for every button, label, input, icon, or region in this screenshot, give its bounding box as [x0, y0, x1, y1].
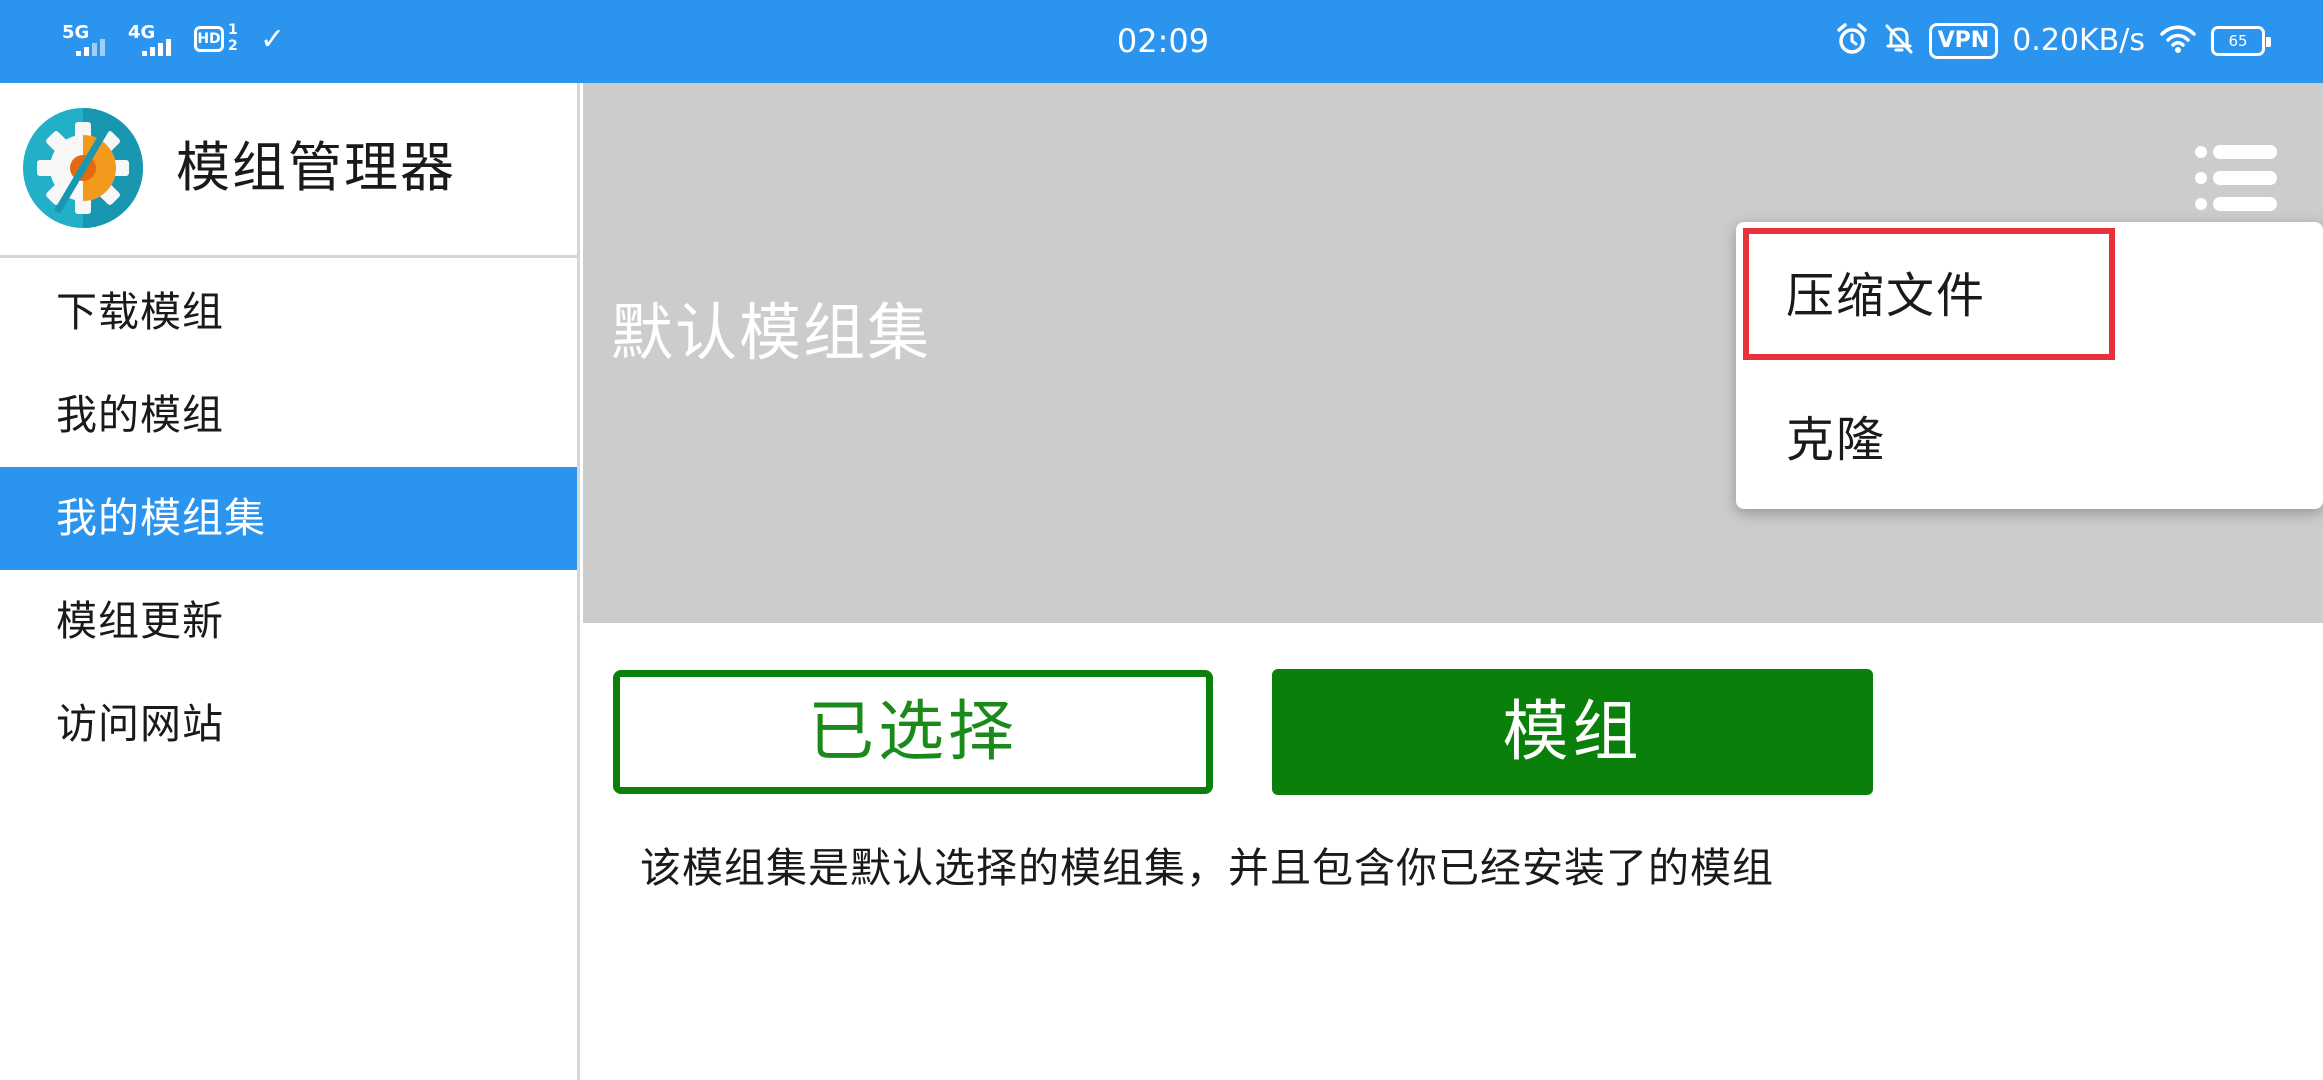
hd-sim-number-sub: 2	[228, 38, 238, 54]
nav-item-visit-website[interactable]: 访问网站	[0, 673, 577, 776]
status-bar: 5G 4G HD 12 ✓ 02:09 VPN 0.20KB/s 65	[0, 0, 2323, 83]
modpack-title: 默认模组集	[611, 296, 932, 369]
list-menu-icon[interactable]	[2195, 145, 2277, 211]
nav-item-download-mods[interactable]: 下载模组	[0, 261, 577, 364]
menu-item-compress-file[interactable]: 压缩文件	[1786, 266, 1986, 326]
app-title: 模组管理器	[176, 136, 456, 199]
nav-item-mod-updates[interactable]: 模组更新	[0, 570, 577, 673]
wifi-icon	[2159, 23, 2197, 59]
menu-item-clone[interactable]: 克隆	[1786, 410, 1886, 470]
battery-icon: 65	[2211, 26, 2271, 56]
alarm-icon	[1835, 22, 1869, 60]
nav-item-my-mods[interactable]: 我的模组	[0, 364, 577, 467]
hd-voice-icon: HD 12	[194, 20, 240, 60]
battery-level: 65	[2228, 32, 2248, 50]
navigation-drawer: 模组管理器 下载模组 我的模组 我的模组集 模组更新 访问网站	[0, 83, 580, 1080]
app-header: 模组管理器	[0, 83, 577, 258]
status-time: 02:09	[1116, 22, 1210, 60]
signal-4g-icon: 4G	[128, 20, 174, 60]
gear-logo-icon	[22, 107, 144, 229]
status-bar-left: 5G 4G HD 12 ✓	[62, 18, 285, 62]
hd-sim-number: 1	[228, 22, 238, 38]
modpack-description: 该模组集是默认选择的模组集，并且包含你已经安装了的模组	[640, 844, 1774, 892]
status-bar-right: VPN 0.20KB/s 65	[1835, 20, 2271, 62]
selected-button[interactable]: 已选择	[613, 670, 1213, 794]
overflow-menu: 压缩文件 克隆	[1736, 222, 2323, 509]
vpn-badge: VPN	[1928, 23, 1999, 59]
mute-bell-icon	[1883, 22, 1915, 60]
nav-item-my-modpacks[interactable]: 我的模组集	[0, 467, 577, 570]
network-speed: 0.20KB/s	[2012, 23, 2145, 58]
nav-list: 下载模组 我的模组 我的模组集 模组更新 访问网站	[0, 261, 577, 776]
mods-button[interactable]: 模组	[1272, 669, 1873, 795]
hd-label: HD	[194, 26, 224, 52]
signal-5g-icon: 5G	[62, 20, 108, 60]
check-v-icon: ✓	[260, 22, 286, 57]
